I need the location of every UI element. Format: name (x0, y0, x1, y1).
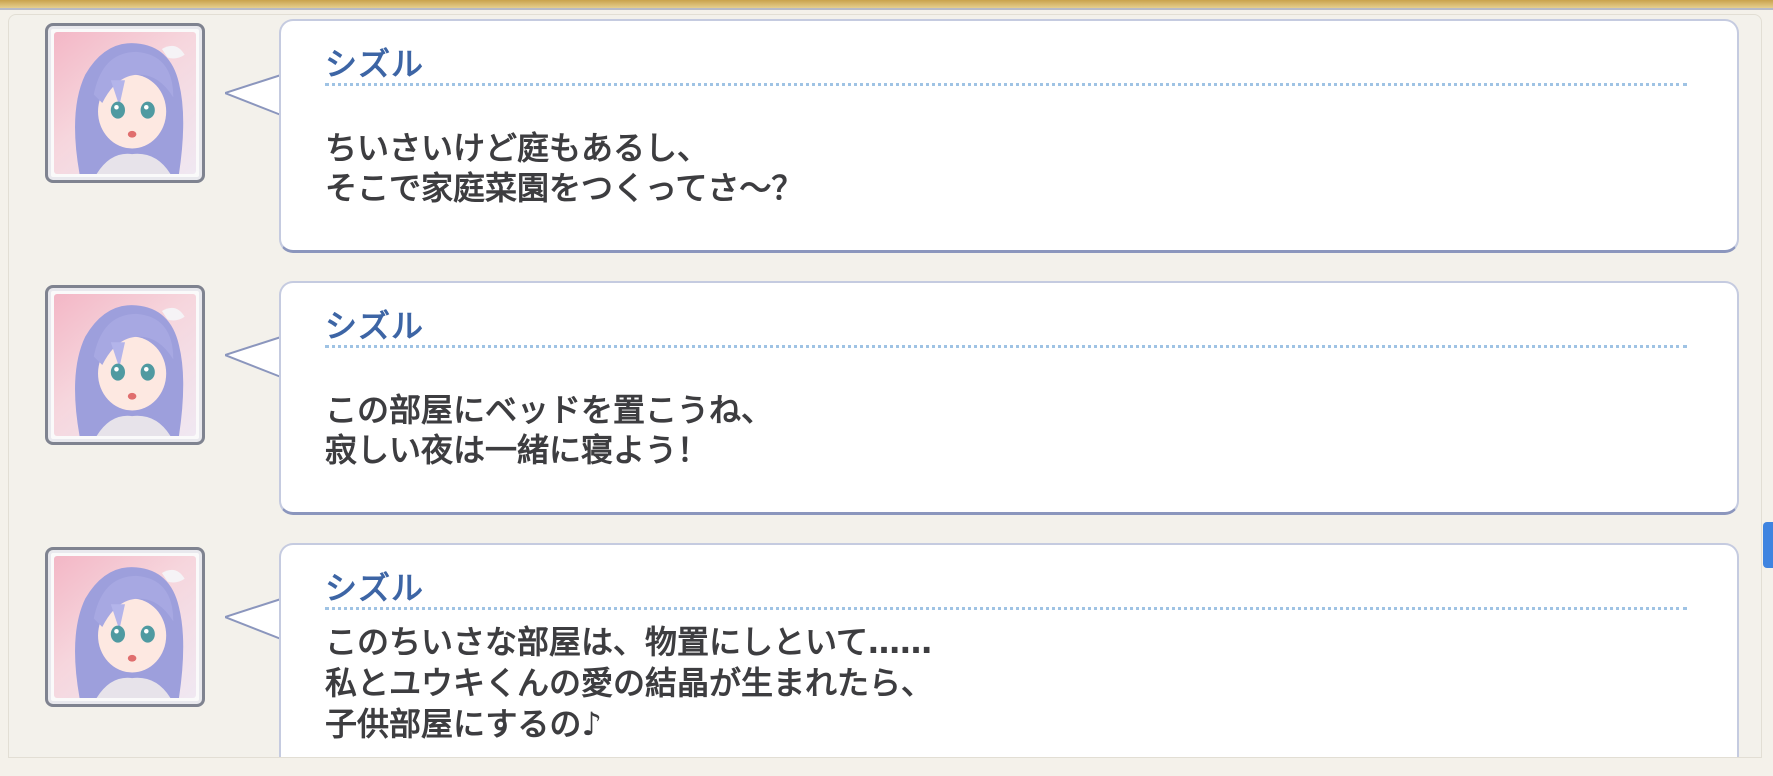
top-frame-strip (0, 0, 1773, 10)
message-line: 私とユウキくんの愛の結晶が生まれたら、 (325, 664, 934, 702)
speech-bubble-tail-icon (225, 598, 282, 640)
speaker-portrait-frame (45, 285, 205, 445)
message-line: このちいさな部屋は、物置にしといて…… (325, 623, 933, 661)
scrollbar-thumb[interactable] (1763, 522, 1773, 568)
speech-bubble: シズル ちいさいけど庭もあるし、 そこで家庭菜園をつくってさ～？ (279, 19, 1739, 253)
log-entry-2: シズル この部屋にベッドを置こうね、 寂しい夜は一緒に寝よう！ (9, 280, 1761, 530)
speech-bubble-tail-icon (225, 74, 282, 116)
message-line: 寂しい夜は一緒に寝よう！ (325, 431, 710, 469)
shizuru-portrait-icon (54, 294, 196, 436)
speaker-name: シズル (325, 307, 425, 345)
log-entry-1: シズル ちいさいけど庭もあるし、 そこで家庭菜園をつくってさ～？ (9, 18, 1761, 268)
speech-bubble-tail-icon (225, 336, 282, 378)
shizuru-portrait-icon (54, 556, 196, 698)
speaker-portrait-frame (45, 547, 205, 707)
dialogue-log-panel[interactable]: シズル ちいさいけど庭もあるし、 そこで家庭菜園をつくってさ～？ シズル この部… (8, 14, 1762, 758)
message-line: そこで家庭菜園をつくってさ～？ (325, 169, 804, 207)
speaker-name: シズル (325, 45, 425, 83)
speaker-divider (325, 607, 1687, 610)
log-entry-3: シズル このちいさな部屋は、物置にしといて…… 私とユウキくんの愛の結晶が生まれ… (9, 542, 1761, 757)
speaker-portrait-frame (45, 23, 205, 183)
message-line: 子供部屋にするの♪ (325, 705, 602, 743)
speaker-divider (325, 83, 1687, 86)
shizuru-portrait-icon (54, 32, 196, 174)
speech-bubble: シズル この部屋にベッドを置こうね、 寂しい夜は一緒に寝よう！ (279, 281, 1739, 515)
speech-bubble: シズル このちいさな部屋は、物置にしといて…… 私とユウキくんの愛の結晶が生まれ… (279, 543, 1739, 757)
speaker-divider (325, 345, 1687, 348)
speaker-name: シズル (325, 569, 425, 607)
